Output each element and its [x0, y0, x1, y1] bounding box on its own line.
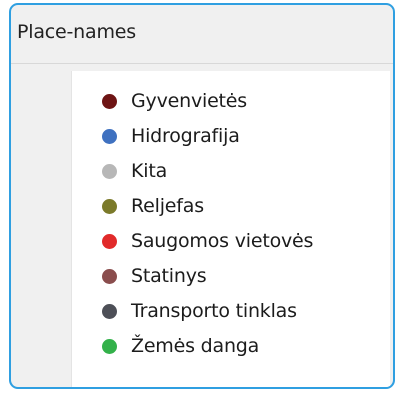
legend-dot-icon: [102, 338, 117, 354]
legend-dot-icon: [102, 268, 117, 284]
title-divider: [11, 63, 393, 64]
legend-list: Gyvenvietės Hidrografija Kita Reljefas S…: [71, 71, 390, 387]
legend-item-statinys[interactable]: Statinys: [72, 261, 207, 291]
legend-item-saugomos-vietoves[interactable]: Saugomos vietovės: [72, 226, 313, 256]
legend-dot-icon: [102, 233, 117, 249]
legend-item-hidrografija[interactable]: Hidrografija: [72, 121, 240, 151]
place-names-panel: Place-names Gyvenvietės Hidrografija Kit…: [9, 3, 395, 389]
legend-item-transporto-tinklas[interactable]: Transporto tinklas: [72, 296, 297, 326]
legend-dot-icon: [102, 198, 117, 214]
legend-item-label: Žemės danga: [131, 335, 260, 357]
legend-item-label: Reljefas: [131, 195, 204, 217]
legend-item-label: Transporto tinklas: [131, 300, 297, 322]
legend-item-gyvenvietes[interactable]: Gyvenvietės: [72, 86, 247, 116]
legend-dot-icon: [102, 163, 117, 179]
legend-item-label: Gyvenvietės: [131, 90, 247, 112]
legend-item-kita[interactable]: Kita: [72, 156, 167, 186]
legend-item-reljefas[interactable]: Reljefas: [72, 191, 204, 221]
legend-item-label: Statinys: [131, 265, 207, 287]
legend-item-label: Kita: [131, 160, 168, 182]
panel-title: Place-names: [17, 21, 136, 43]
legend-item-label: Hidrografija: [131, 125, 240, 147]
legend-item-label: Saugomos vietovės: [131, 230, 314, 252]
legend-dot-icon: [102, 303, 117, 319]
legend-dot-icon: [102, 93, 117, 109]
legend-dot-icon: [102, 128, 117, 144]
legend-item-zemes-danga[interactable]: Žemės danga: [72, 331, 259, 361]
